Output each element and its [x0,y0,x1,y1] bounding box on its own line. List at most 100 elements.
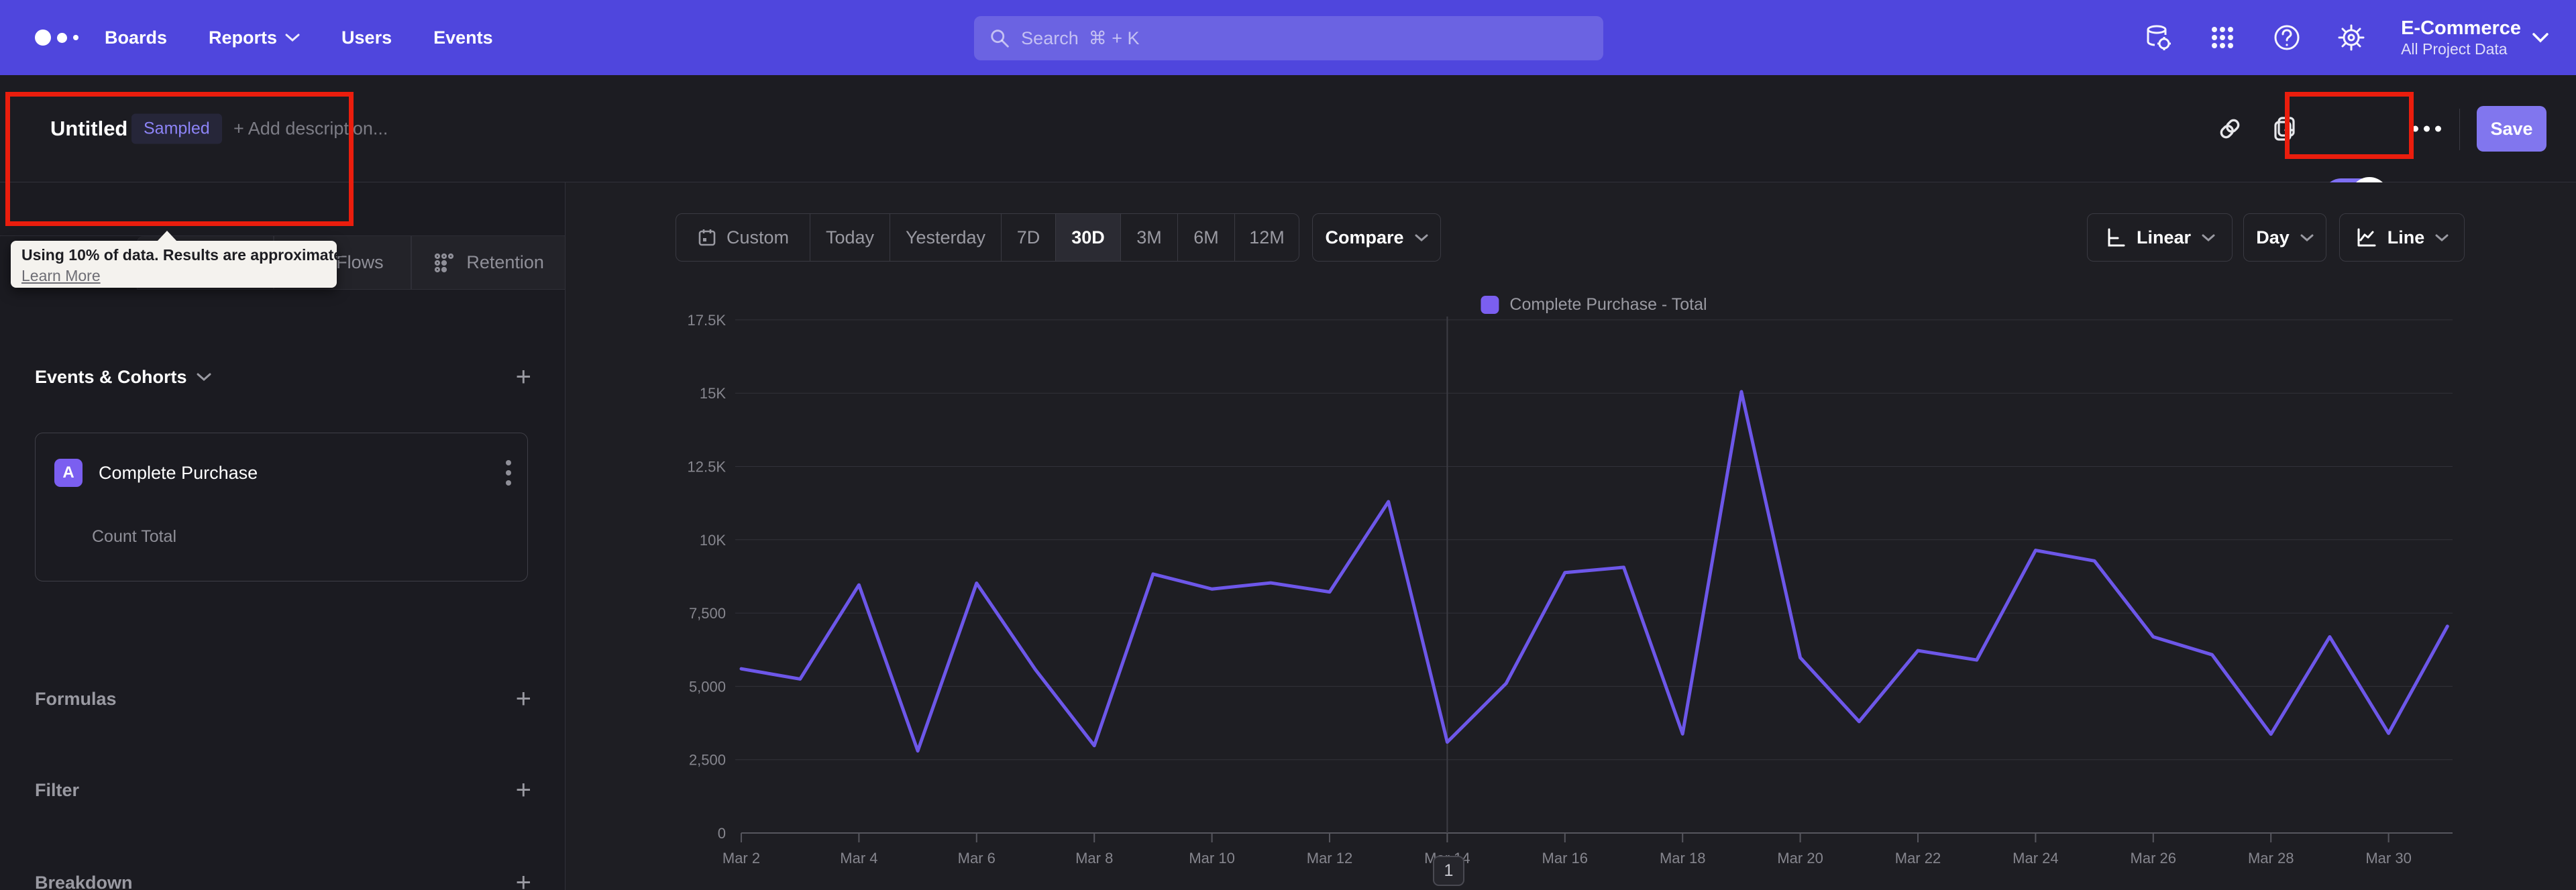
svg-text:Mar 16: Mar 16 [1542,850,1588,867]
mixpanel-logo-icon[interactable] [35,30,78,46]
chart-legend[interactable]: Complete Purchase - Total [1481,295,1707,315]
range-label: Custom [726,227,790,247]
help-icon[interactable] [2272,23,2302,52]
add-description-button[interactable]: + Add description... [233,118,388,139]
svg-text:Mar 2: Mar 2 [722,850,760,867]
svg-text:Mar 24: Mar 24 [2012,850,2058,867]
nav-item-reports[interactable]: Reports [209,27,300,48]
section-label: Breakdown [35,872,133,890]
query-builder-sidebar: Insights Funnels Flows Re [0,182,566,890]
search-input[interactable] [1021,27,1589,49]
svg-text:0: 0 [718,825,726,842]
retention-icon [435,253,454,272]
add-to-board-icon[interactable] [2272,115,2300,143]
sampled-badge[interactable]: Sampled [131,113,222,144]
svg-text:Mar 12: Mar 12 [1307,850,1352,867]
svg-text:Mar 6: Mar 6 [958,850,996,867]
nav-right-cluster: E-Commerce All Project Data [2143,0,2576,75]
report-title-bar: Untitled Sampled + Add description... Sa… [0,75,2576,216]
project-name: E-Commerce [2401,17,2521,39]
compare-dropdown[interactable]: Compare [1312,213,1441,262]
line-chart[interactable]: 0 2,500 5,000 7,500 10K 12.5K 15K 17.5K Mar 2 Mar… [566,182,2576,890]
range-label: 3M [1136,227,1162,247]
range-label: 6M [1193,227,1219,247]
project-switcher[interactable]: E-Commerce All Project Data [2401,17,2521,58]
nav-items: Boards Reports Users Events [105,0,493,75]
event-metric[interactable]: Count Total [92,527,176,547]
svg-text:Mar 28: Mar 28 [2248,850,2294,867]
nav-item-events[interactable]: Events [433,27,493,48]
global-search[interactable] [974,16,1603,60]
interval-label: Day [2256,227,2290,247]
more-options-button[interactable] [2412,125,2441,131]
nav-item-boards[interactable]: Boards [105,27,167,48]
chevron-down-icon [285,34,300,42]
top-nav-bar: Boards Reports Users Events Search ⌘ + K… [0,0,2576,75]
svg-text:Mar 10: Mar 10 [1189,850,1234,867]
tab-retention[interactable]: Retention [411,236,565,290]
report-title[interactable]: Untitled [50,117,127,141]
range-label: 7D [1016,227,1040,247]
calendar-icon [698,229,716,246]
chevron-down-icon [1415,234,1428,241]
legend-swatch [1481,296,1499,314]
divider [2459,109,2460,150]
svg-text:17.5K: 17.5K [688,312,727,329]
apps-grid-icon[interactable] [2208,23,2237,52]
add-event-button[interactable]: + [516,364,531,390]
chevron-down-icon [2300,234,2314,241]
range-label: Yesterday [905,227,986,247]
svg-text:10K: 10K [700,532,726,549]
add-formula-button[interactable]: + [516,685,531,712]
chevron-down-icon[interactable] [2532,32,2549,43]
section-filter: Filter + [35,777,531,803]
scale-label: Linear [2136,227,2192,247]
scale-dropdown[interactable]: Linear [2087,213,2233,262]
section-formulas: Formulas + [35,685,531,712]
svg-text:15K: 15K [700,385,726,402]
nav-item-users[interactable]: Users [341,27,392,48]
svg-text:Mar 26: Mar 26 [2131,850,2176,867]
chart-controls: Custom Today Yesterday 7D 30D 3M 6M 12M … [566,213,2576,262]
event-card[interactable]: A Complete Purchase Count Total [35,433,528,581]
nav-item-label: Boards [105,27,168,48]
svg-text:Mar 22: Mar 22 [1895,850,1941,867]
range-3m[interactable]: 3M [1120,214,1177,261]
save-button[interactable]: Save [2477,106,2546,152]
add-breakdown-button[interactable]: + [516,869,531,890]
chevron-down-icon[interactable] [197,372,211,382]
events-cohorts-header: Events & Cohorts + [35,364,531,390]
settings-gear-icon[interactable] [2337,23,2366,52]
range-7d[interactable]: 7D [1001,214,1055,261]
chart-type-dropdown[interactable]: Line [2339,213,2465,262]
data-management-icon[interactable] [2143,23,2173,52]
range-6m[interactable]: 6M [1177,214,1234,261]
range-custom[interactable]: Custom [676,214,810,261]
events-cohorts-label[interactable]: Events & Cohorts [35,367,187,388]
svg-text:Mar 18: Mar 18 [1660,850,1705,867]
copy-link-icon[interactable] [2216,115,2244,143]
learn-more-link[interactable]: Learn More [21,267,101,285]
svg-text:Mar 4: Mar 4 [840,850,877,867]
project-scope: All Project Data [2401,40,2508,58]
range-today[interactable]: Today [810,214,890,261]
svg-text:Mar 20: Mar 20 [1777,850,1823,867]
interval-dropdown[interactable]: Day [2243,213,2326,262]
pagination-page-button[interactable]: 1 [1433,856,1464,886]
range-12m[interactable]: 12M [1234,214,1299,261]
chart-panel: Custom Today Yesterday 7D 30D 3M 6M 12M … [566,182,2576,890]
tab-label: Retention [466,252,544,272]
svg-text:Mar 30: Mar 30 [2365,850,2411,867]
sampling-tooltip: Using 10% of data. Results are approxima… [11,231,346,288]
section-breakdown: Breakdown + [35,869,531,890]
event-name[interactable]: Complete Purchase [99,463,258,484]
nav-item-label: Events [433,27,493,48]
event-options-button[interactable] [506,460,511,486]
add-filter-button[interactable]: + [516,777,531,803]
line-chart-icon [2357,228,2376,247]
range-label: 30D [1071,227,1105,247]
range-yesterday[interactable]: Yesterday [890,214,1001,261]
range-30d[interactable]: 30D [1055,214,1120,261]
linear-axis-icon [2108,228,2125,247]
svg-text:2,500: 2,500 [689,752,726,769]
